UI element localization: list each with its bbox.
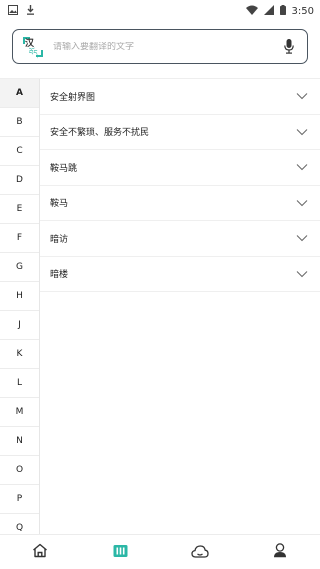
battery-icon	[279, 4, 286, 18]
alpha-item-g[interactable]: G	[0, 253, 39, 282]
chevron-down-icon[interactable]	[296, 234, 308, 242]
entry-label: 暗楼	[50, 270, 69, 281]
nav-cloud-button[interactable]	[180, 537, 220, 567]
entry-label: 安全不繁琐、服务不扰民	[50, 128, 150, 139]
nav-home-button[interactable]	[20, 537, 60, 567]
list-item[interactable]: 安全射界图	[40, 79, 320, 115]
gallery-icon	[8, 4, 18, 18]
translator-logo-icon: 汉 བོད	[23, 36, 43, 57]
alpha-item-k[interactable]: K	[0, 340, 39, 369]
status-time: 3:50	[291, 5, 314, 17]
alpha-item-c[interactable]: C	[0, 137, 39, 166]
entry-label: 鞍马	[50, 199, 69, 210]
entry-label: 安全射界图	[50, 92, 96, 103]
alpha-item-e[interactable]: E	[0, 195, 39, 224]
alpha-item-d[interactable]: D	[0, 166, 39, 195]
home-icon	[32, 543, 48, 562]
list-item[interactable]: 安全不繁琐、服务不扰民	[40, 115, 320, 150]
alpha-item-j[interactable]: J	[0, 311, 39, 340]
chevron-down-icon[interactable]	[296, 128, 308, 136]
user-icon	[273, 542, 287, 562]
status-right: 3:50	[245, 4, 314, 18]
list-item[interactable]: 暗访	[40, 221, 320, 257]
bottom-nav	[0, 534, 320, 569]
nav-profile-button[interactable]	[260, 537, 300, 567]
alpha-item-q[interactable]: Q	[0, 514, 39, 534]
search-bar[interactable]: 汉 བོད	[12, 29, 308, 64]
wifi-icon	[245, 5, 258, 18]
alpha-item-f[interactable]: F	[0, 224, 39, 253]
entry-label: 暗访	[50, 234, 69, 245]
list-item[interactable]: 鞍马	[40, 186, 320, 221]
status-bar: 3:50	[0, 0, 320, 22]
logo-tibetan-glyph: བོད	[29, 48, 38, 57]
alpha-item-a[interactable]: A	[0, 79, 39, 108]
chevron-down-icon[interactable]	[296, 92, 308, 100]
status-left	[8, 4, 35, 18]
chevron-down-icon[interactable]	[296, 199, 308, 207]
alpha-item-l[interactable]: L	[0, 369, 39, 398]
entry-list: 安全射界图 安全不繁琐、服务不扰民 鞍马跳 鞍马 暗访 暗楼	[40, 79, 320, 292]
book-icon	[113, 543, 128, 562]
download-icon	[26, 4, 35, 18]
alpha-item-m[interactable]: M	[0, 398, 39, 427]
signal-icon	[263, 4, 274, 18]
microphone-icon[interactable]	[281, 38, 297, 56]
alpha-item-b[interactable]: B	[0, 108, 39, 137]
cloud-icon	[191, 543, 209, 562]
entry-label: 鞍马跳	[50, 163, 78, 174]
search-input[interactable]	[53, 41, 281, 52]
list-item[interactable]: 暗楼	[40, 257, 320, 292]
chevron-down-icon[interactable]	[296, 163, 308, 171]
alpha-item-o[interactable]: O	[0, 456, 39, 485]
chevron-down-icon[interactable]	[296, 270, 308, 278]
alphabet-index: A B C D E F G H J K L M N O P Q	[0, 79, 40, 534]
list-item[interactable]: 鞍马跳	[40, 150, 320, 186]
alpha-item-h[interactable]: H	[0, 282, 39, 311]
alpha-item-p[interactable]: P	[0, 485, 39, 514]
alpha-item-n[interactable]: N	[0, 427, 39, 456]
nav-dictionary-button[interactable]	[100, 537, 140, 567]
